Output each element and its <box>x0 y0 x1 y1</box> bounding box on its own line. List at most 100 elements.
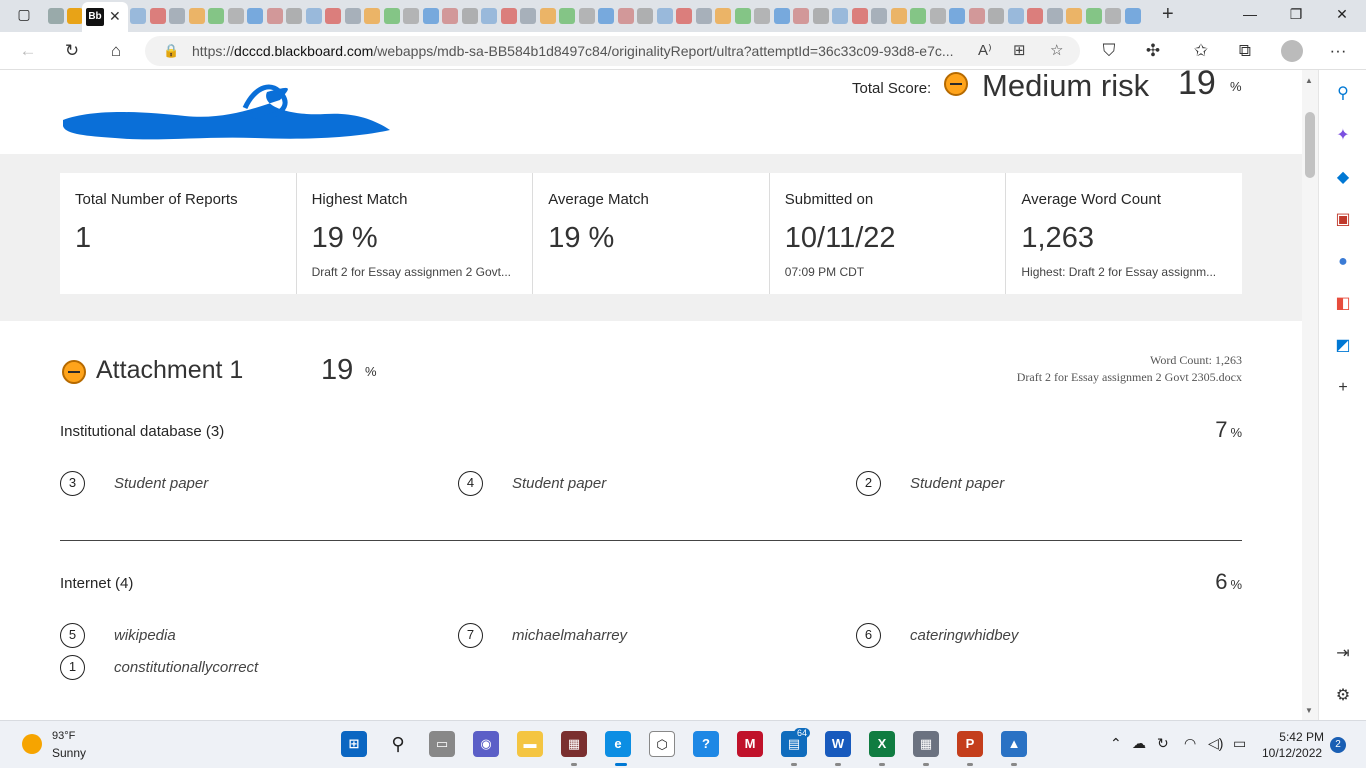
pinned-tab-favicon[interactable] <box>832 8 848 24</box>
clock-date[interactable]: 10/12/2022 <box>1262 746 1322 760</box>
pinned-tab-favicon[interactable] <box>169 8 185 24</box>
pinned-tab-favicon[interactable] <box>968 8 985 24</box>
pinned-tab-favicon[interactable] <box>539 8 556 24</box>
pinned-tab-favicon[interactable] <box>364 8 380 24</box>
volume-icon[interactable]: ◁) <box>1208 735 1223 752</box>
weather-temperature[interactable]: 93°F <box>52 730 75 742</box>
lock-icon[interactable]: 🔒 <box>163 43 179 59</box>
pinned-tab-favicon[interactable] <box>617 8 634 24</box>
pinned-tab-favicon[interactable] <box>559 8 575 24</box>
source-name[interactable]: Student paper <box>114 475 208 492</box>
source-item[interactable]: 6 cateringwhidbey <box>856 623 1156 649</box>
pinned-tab-favicon[interactable] <box>929 8 946 24</box>
favorite-star-icon[interactable]: ☆ <box>1050 41 1063 59</box>
pinned-tab-favicon[interactable] <box>1007 8 1024 24</box>
refresh-icon[interactable]: ↻ <box>61 40 83 62</box>
outlook-icon[interactable]: ◩ <box>1333 336 1353 356</box>
pinned-tab-favicon[interactable] <box>734 8 751 24</box>
new-tab-button[interactable]: + <box>1162 3 1174 26</box>
more-menu-icon[interactable]: ··· <box>1327 40 1349 62</box>
profile-avatar[interactable] <box>1281 40 1303 62</box>
pinned-tab-favicon[interactable] <box>676 8 692 24</box>
tab-favicon-search[interactable] <box>48 8 64 24</box>
collections-icon[interactable]: ⧉ <box>1234 40 1256 62</box>
pinned-tab-favicon[interactable] <box>520 8 536 24</box>
microsoft-store-icon[interactable]: ▦ <box>561 731 587 757</box>
pinned-tab-favicon[interactable] <box>403 8 419 24</box>
source-item[interactable]: 7 michaelmaharrey <box>458 623 758 649</box>
sync-icon[interactable]: ↻ <box>1157 735 1169 752</box>
shield-icon[interactable]: ⛉ <box>1098 40 1120 62</box>
add-icon[interactable]: + <box>1333 378 1353 398</box>
restore-button[interactable]: ❐ <box>1286 6 1306 23</box>
help-icon[interactable]: ? <box>693 731 719 757</box>
games-icon[interactable]: ● <box>1333 252 1353 272</box>
pinned-tab-favicon[interactable] <box>383 8 400 24</box>
photos-icon[interactable]: ▲ <box>1001 731 1027 757</box>
pinned-tab-favicon[interactable] <box>871 8 887 24</box>
pinned-tab-favicon[interactable] <box>305 8 322 24</box>
file-explorer-icon[interactable]: ▬ <box>517 731 543 757</box>
attachment-title[interactable]: Attachment 1 <box>96 356 243 385</box>
tab-actions-icon[interactable]: ▢ <box>14 6 34 23</box>
close-tab-icon[interactable]: ✕ <box>109 8 121 25</box>
source-item[interactable]: 2 Student paper <box>856 471 1156 497</box>
home-icon[interactable]: ⌂ <box>105 40 127 62</box>
wifi-icon[interactable]: ◠ <box>1184 735 1196 752</box>
pinned-tab-favicon[interactable] <box>637 8 653 24</box>
read-aloud-icon[interactable]: A⁾ <box>978 41 992 59</box>
scroll-thumb[interactable] <box>1305 112 1315 178</box>
pinned-tab-favicon[interactable] <box>461 8 478 24</box>
pinned-tab-favicon[interactable] <box>1124 8 1141 24</box>
pinned-tab-favicon[interactable] <box>1085 8 1102 24</box>
url-text[interactable]: https://dcccd.blackboard.com/webapps/mdb… <box>192 43 962 59</box>
scroll-down-arrow[interactable]: ▼ <box>1305 706 1313 715</box>
pinned-tab-favicon[interactable] <box>715 8 731 24</box>
search-icon[interactable]: ⚲ <box>385 731 411 757</box>
pinned-tab-favicon[interactable] <box>422 8 439 24</box>
page-scrollbar[interactable]: ▲ ▼ <box>1302 70 1318 720</box>
pinned-tab-favicon[interactable] <box>442 8 458 24</box>
tools-icon[interactable]: ▣ <box>1333 210 1353 230</box>
chat-icon[interactable]: ◉ <box>473 731 499 757</box>
pinned-tab-favicon[interactable] <box>949 8 965 24</box>
source-item[interactable]: 3 Student paper <box>60 471 360 497</box>
notification-badge[interactable]: 2 <box>1330 737 1346 753</box>
pinned-tab-favicon[interactable] <box>695 8 712 24</box>
back-icon[interactable]: ← <box>17 40 39 62</box>
battery-icon[interactable]: ▭ <box>1233 735 1246 752</box>
pinned-tab-favicon[interactable] <box>773 8 790 24</box>
pinned-tab-favicon[interactable] <box>910 8 926 24</box>
active-tab[interactable]: Bb ✕ <box>82 2 128 32</box>
pinned-tab-favicon[interactable] <box>286 8 302 24</box>
source-name[interactable]: constitutionallycorrect <box>114 659 258 676</box>
source-name[interactable]: wikipedia <box>114 627 176 644</box>
source-name[interactable]: cateringwhidbey <box>910 627 1018 644</box>
minimize-button[interactable]: — <box>1240 6 1260 22</box>
pinned-tab-favicon[interactable] <box>598 8 614 24</box>
calculator-icon[interactable]: ▦ <box>913 731 939 757</box>
address-bar[interactable]: 🔒 https://dcccd.blackboard.com/webapps/m… <box>145 36 1080 66</box>
pinned-tab-favicon[interactable] <box>1027 8 1043 24</box>
tab-favicon-edit[interactable] <box>67 8 83 24</box>
pinned-tab-favicon[interactable] <box>130 8 146 24</box>
powerpoint-icon[interactable]: P <box>957 731 983 757</box>
excel-icon[interactable]: X <box>869 731 895 757</box>
clock-time[interactable]: 5:42 PM <box>1278 730 1324 744</box>
source-item[interactable]: 4 Student paper <box>458 471 758 497</box>
pinned-tab-favicon[interactable] <box>247 8 263 24</box>
edge-browser-icon[interactable]: e <box>605 731 631 757</box>
settings-gear-icon[interactable]: ⚙ <box>1333 686 1353 706</box>
pinned-tab-favicon[interactable] <box>1105 8 1121 24</box>
app-icon[interactable]: ⬡ <box>649 731 675 757</box>
source-name[interactable]: Student paper <box>910 475 1004 492</box>
onedrive-icon[interactable]: ☁ <box>1132 735 1146 752</box>
pinned-tab-favicon[interactable] <box>851 8 868 24</box>
sparkle-icon[interactable]: ✦ <box>1333 126 1353 146</box>
pinned-tab-favicon[interactable] <box>988 8 1004 24</box>
weather-condition[interactable]: Sunny <box>52 746 86 760</box>
source-name[interactable]: michaelmaharrey <box>512 627 627 644</box>
pinned-tab-favicon[interactable] <box>890 8 907 24</box>
extensions-icon[interactable]: ✣ <box>1142 40 1164 62</box>
pinned-tab-favicon[interactable] <box>149 8 166 24</box>
